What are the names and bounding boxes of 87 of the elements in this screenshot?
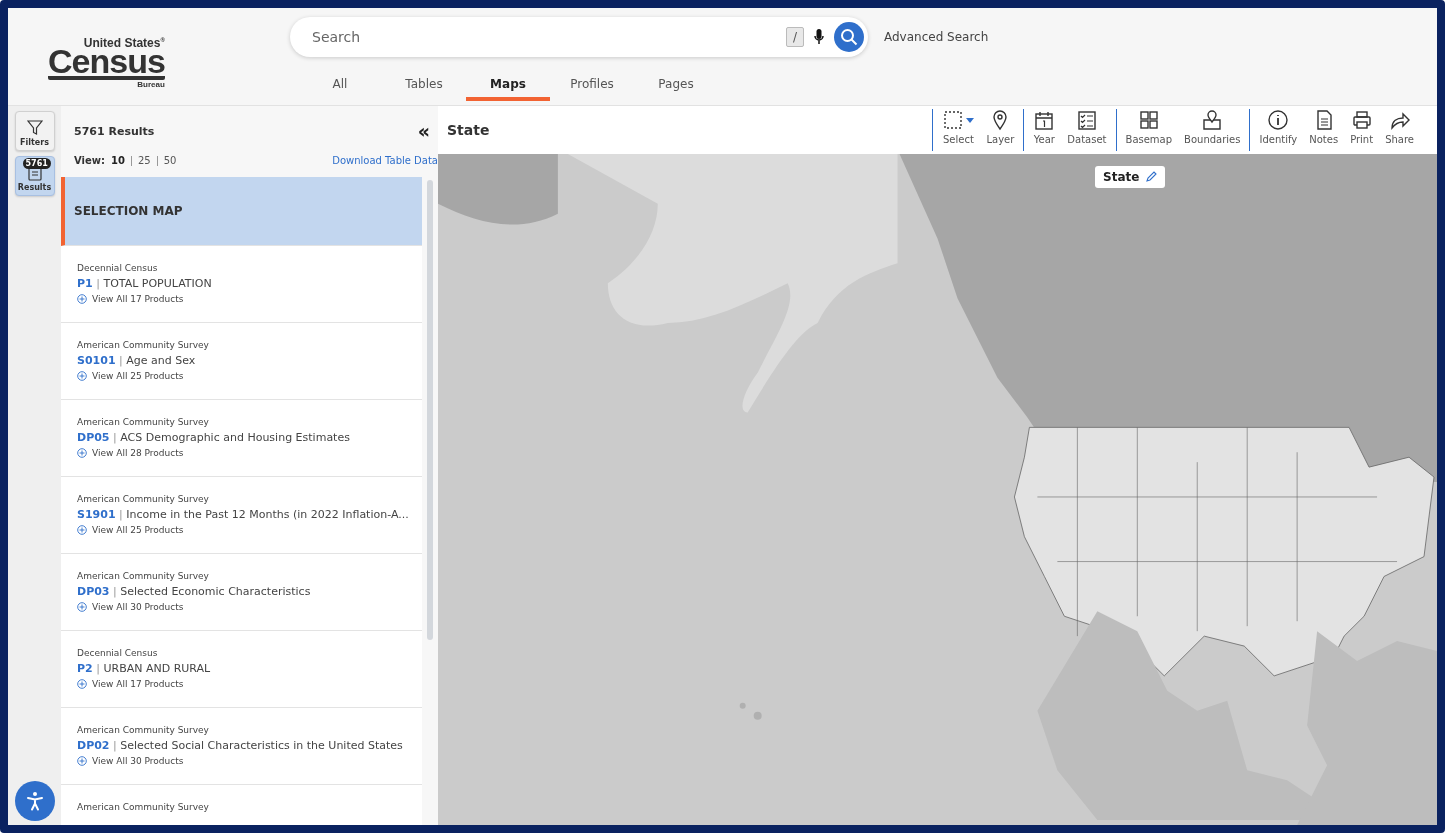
survey-name: American Community Survey xyxy=(77,340,210,350)
table-title[interactable]: P1 | TOTAL POPULATION xyxy=(77,277,422,290)
result-card[interactable]: Decennial Census P1 | TOTAL POPULATION View All 17 Products xyxy=(61,246,422,323)
map-pin-icon xyxy=(1201,109,1224,131)
nav-tab[interactable]: Pages xyxy=(634,70,718,101)
view-products-link[interactable]: View All 30 Products xyxy=(77,602,422,612)
map-tool-button[interactable]: Print xyxy=(1345,109,1379,151)
result-card[interactable]: American Community Survey S1901 | Income in the Past 12 Months (in 2022 Inflation-A... View All 25 Products xyxy=(61,477,422,554)
result-card[interactable]: American Community Survey S0101 | Age and Sex View All 25 Products xyxy=(61,323,422,400)
page-size-option[interactable]: 50 xyxy=(163,155,177,166)
survey-name: Decennial Census xyxy=(77,263,159,273)
nav-tab[interactable]: Profiles xyxy=(550,70,634,101)
view-products-link[interactable]: View All 17 Products xyxy=(77,294,422,304)
nav-tab[interactable]: Maps xyxy=(466,70,550,101)
rail-label: Results xyxy=(17,183,52,192)
result-card[interactable]: Decennial Census P2 | URBAN AND RURAL View All 17 Products xyxy=(61,631,422,708)
advanced-search-link[interactable]: Advanced Search xyxy=(884,30,989,44)
plus-circle-icon xyxy=(77,756,87,766)
filter-icon xyxy=(26,120,43,136)
filters-button[interactable]: Filters xyxy=(14,111,55,151)
shortcut-key: / xyxy=(785,27,804,47)
download-table-data-link[interactable]: Download Table Data xyxy=(332,155,438,166)
map-tool-button[interactable]: Share xyxy=(1380,109,1419,151)
results-badge: 5761 xyxy=(22,158,51,169)
survey-name: American Community Survey xyxy=(77,494,210,504)
result-card[interactable]: American Community Survey DP05 | ACS Demographic and Housing Estimates View All 28 Products xyxy=(61,400,422,477)
plus-circle-icon xyxy=(77,448,87,458)
map-tool-button[interactable]: Layer xyxy=(981,109,1020,151)
info-icon xyxy=(1267,109,1290,131)
view-products-link[interactable]: View All 25 Products xyxy=(77,371,422,381)
result-card[interactable]: American Community Survey DP03 | Selected Economic Characteristics View All 30 Products xyxy=(61,554,422,631)
selection-map-item[interactable]: SELECTION MAP xyxy=(61,177,422,246)
page-size-option[interactable]: 25 xyxy=(137,155,151,166)
rail-label: Filters xyxy=(20,138,49,147)
map-tool-button[interactable]: Year xyxy=(1028,109,1061,151)
person-icon xyxy=(26,791,44,811)
view-products-link[interactable]: View All 25 Products xyxy=(77,525,422,535)
table-title[interactable]: P2 | URBAN AND RURAL xyxy=(77,662,422,675)
microphone-icon[interactable] xyxy=(814,29,824,45)
plus-circle-icon xyxy=(77,525,87,535)
table-title[interactable]: DP05 | ACS Demographic and Housing Estimates xyxy=(77,431,422,444)
search-bar[interactable]: Search / xyxy=(290,17,868,57)
plus-circle-icon xyxy=(77,371,87,381)
results-count: 5761 Results xyxy=(74,125,155,138)
plus-circle-icon xyxy=(77,679,87,689)
view-products-link[interactable]: View All 30 Products xyxy=(77,756,422,766)
map-tool-button[interactable]: Identify xyxy=(1254,109,1303,151)
view-products-link[interactable]: View All 17 Products xyxy=(77,679,422,689)
plus-circle-icon xyxy=(77,294,87,304)
result-card[interactable]: American Community Survey DP02 | Selected Social Characteristics in the United States View All 30 Products xyxy=(61,708,422,785)
printer-icon xyxy=(1350,109,1373,131)
map-tool-button[interactable]: Boundaries xyxy=(1179,109,1246,151)
search-button[interactable] xyxy=(834,22,864,52)
dashed-square-icon xyxy=(942,109,965,131)
results-button[interactable]: 5761 Results xyxy=(14,156,55,196)
census-logo[interactable]: United States$^{®}$ Census Bureau xyxy=(48,37,165,89)
survey-name: American Community Survey xyxy=(77,802,210,812)
layer-label[interactable]: State xyxy=(1095,166,1166,188)
survey-name: Decennial Census xyxy=(77,648,159,658)
table-title[interactable]: S1901 | Income in the Past 12 Months (in 2022 Inflation-A... xyxy=(77,508,422,521)
table-title[interactable]: DP02 | Selected Social Characteristics in the United States xyxy=(77,739,422,752)
map-tool-button[interactable]: Dataset xyxy=(1062,109,1112,151)
page-size-option[interactable]: 10 xyxy=(111,155,125,166)
survey-name: American Community Survey xyxy=(77,571,210,581)
survey-name: American Community Survey xyxy=(77,417,210,427)
table-title[interactable]: S0101 | Age and Sex xyxy=(77,354,422,367)
view-label: View: xyxy=(74,155,105,166)
nav-tab[interactable]: All xyxy=(298,70,382,101)
table-title[interactable]: DP03 | Selected Economic Characteristics xyxy=(77,585,422,598)
map-tool-button[interactable]: Select xyxy=(937,109,980,151)
search-field[interactable]: Search xyxy=(310,28,776,46)
survey-name: American Community Survey xyxy=(77,725,210,735)
scrollbar-thumb[interactable] xyxy=(427,180,433,640)
map-title: State xyxy=(446,122,490,138)
pencil-icon[interactable] xyxy=(1145,171,1158,183)
checklist-icon xyxy=(1075,109,1098,131)
calendar-icon xyxy=(1033,109,1056,131)
plus-circle-icon xyxy=(77,602,87,612)
view-products-link[interactable]: View All 28 Products xyxy=(77,448,422,458)
grid-icon xyxy=(1137,109,1160,131)
result-card[interactable]: American Community Survey xyxy=(61,785,422,825)
map-tool-button[interactable]: Basemap xyxy=(1120,109,1178,151)
collapse-button[interactable]: « xyxy=(417,122,438,141)
map-tool-button[interactable]: Notes xyxy=(1304,109,1344,151)
search-icon xyxy=(840,28,858,46)
list-icon xyxy=(27,167,42,181)
nav-tab[interactable]: Tables xyxy=(382,70,466,101)
